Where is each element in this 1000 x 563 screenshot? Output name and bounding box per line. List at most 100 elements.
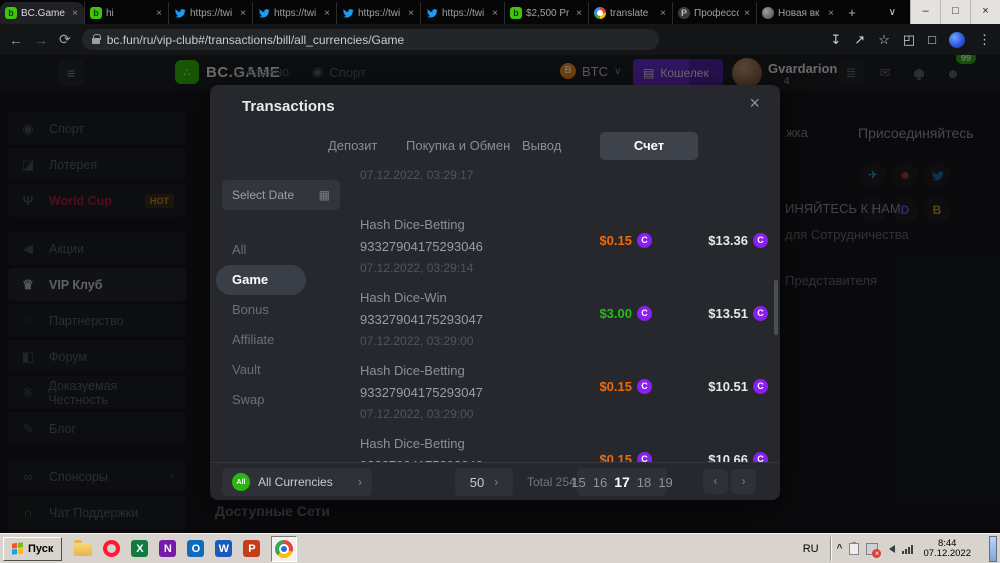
back-icon[interactable]: ← xyxy=(9,32,23,48)
address-bar[interactable]: bc.fun/ru/vip-club#/transactions/bill/al… xyxy=(82,29,659,50)
filter-bonus[interactable]: Bonus xyxy=(210,295,340,325)
list-scrollbar[interactable] xyxy=(774,280,778,335)
clipboard-tray-icon[interactable] xyxy=(849,543,859,555)
tab-bcgame[interactable]: b BC.Game × xyxy=(0,2,84,24)
excel-icon[interactable]: X xyxy=(131,540,148,557)
coin-icon: C xyxy=(753,233,768,248)
share-icon[interactable]: ↗ xyxy=(854,32,865,48)
tab-close-icon[interactable]: × xyxy=(71,8,79,19)
show-desktop-button[interactable] xyxy=(989,536,997,562)
page-19[interactable]: 19 xyxy=(658,475,672,490)
select-date-label: Select Date xyxy=(232,188,294,202)
taskbar: Пуск X N O W P RU ^ xyxy=(0,533,1000,563)
select-date-button[interactable]: Select Date ▦ xyxy=(222,180,340,210)
page-15[interactable]: 15 xyxy=(571,475,585,490)
tab-close-icon[interactable]: × xyxy=(155,8,163,19)
modal-close-icon[interactable]: × xyxy=(749,93,760,114)
tab-profession[interactable]: P Профессо × xyxy=(672,2,756,24)
amount-value: $0.15 xyxy=(599,452,632,462)
currency-filter-button[interactable]: All All Currencies › xyxy=(222,468,372,496)
tab-close-icon[interactable]: × xyxy=(239,8,247,19)
tab-twitter-1[interactable]: https://twi × xyxy=(168,2,252,24)
filter-game[interactable]: Game xyxy=(216,265,306,295)
tab-close-icon[interactable]: × xyxy=(827,8,835,19)
signal-bars-icon[interactable] xyxy=(902,544,913,554)
url-text[interactable]: bc.fun/ru/vip-club#/transactions/bill/al… xyxy=(107,33,404,47)
tabstrip-right: ∨ – □ × xyxy=(889,0,1000,24)
tab-search-chevron-icon[interactable]: ∨ xyxy=(889,7,896,18)
page-17-active[interactable]: 17 xyxy=(614,474,630,490)
powerpoint-icon[interactable]: P xyxy=(243,540,260,557)
tab-withdraw[interactable]: Вывод xyxy=(522,132,561,160)
pagination: 15 16 17 18 19 xyxy=(577,468,667,496)
amount-value: $3.00 xyxy=(599,306,632,321)
tx-id: 93327904175293047 xyxy=(360,385,483,400)
close-window-button[interactable]: × xyxy=(970,0,1000,24)
currency-filter-label: All Currencies xyxy=(258,475,333,489)
chrome-taskbar-button-active[interactable] xyxy=(271,536,297,562)
filter-vault[interactable]: Vault xyxy=(210,355,340,385)
next-page-button[interactable]: › xyxy=(731,469,756,494)
amount-value: $0.15 xyxy=(599,379,632,394)
transactions-modal: Transactions × Депозит Покупка и Обмен В… xyxy=(210,85,780,500)
language-indicator[interactable]: RU xyxy=(799,543,823,555)
prev-page-button[interactable]: ‹ xyxy=(703,469,728,494)
forward-icon[interactable]: → xyxy=(34,32,48,48)
balance-value: $13.36 xyxy=(708,233,748,248)
tx-name: Hash Dice-Betting xyxy=(360,217,465,232)
page-18[interactable]: 18 xyxy=(637,475,651,490)
tab-newtab[interactable]: Новая вк × xyxy=(756,2,840,24)
outlook-icon[interactable]: O xyxy=(187,540,204,557)
coin-icon: C xyxy=(637,452,652,462)
tx-amount: $0.15 C xyxy=(599,379,652,394)
tab-close-icon[interactable]: × xyxy=(575,8,583,19)
tx-datetime: 07.12.2022, 03:29:17 xyxy=(360,168,473,182)
filter-swap[interactable]: Swap xyxy=(210,385,340,415)
tab-buy-exchange[interactable]: Покупка и Обмен xyxy=(406,132,510,160)
onenote-icon[interactable]: N xyxy=(159,540,176,557)
tab-group-icon[interactable]: □ xyxy=(928,32,936,47)
balance-value: $10.66 xyxy=(708,452,748,462)
time: 8:44 xyxy=(923,539,971,549)
tab-deposit[interactable]: Депозит xyxy=(328,132,377,160)
reload-icon[interactable]: ⟳ xyxy=(59,31,71,48)
tab-twitter-2[interactable]: https://twi × xyxy=(252,2,336,24)
restore-button[interactable]: □ xyxy=(940,0,970,24)
bookmark-star-icon[interactable]: ☆ xyxy=(878,32,890,48)
tab-translate[interactable]: translate × xyxy=(588,2,672,24)
menu-dots-icon[interactable]: ⋮ xyxy=(978,32,991,48)
taskbar-right: RU ^ 8:44 07.12.2022 xyxy=(799,536,997,562)
tab-twitter-4[interactable]: https://twi × xyxy=(420,2,504,24)
tx-amount: $3.00 C xyxy=(599,306,652,321)
tab-promo[interactable]: b $2,500 Pr × xyxy=(504,2,588,24)
tab-close-icon[interactable]: × xyxy=(407,8,415,19)
start-button[interactable]: Пуск xyxy=(3,537,62,561)
new-tab-button[interactable]: + xyxy=(840,2,864,24)
tab-bill[interactable]: Счет xyxy=(600,132,698,160)
tab-close-icon[interactable]: × xyxy=(659,8,667,19)
filter-affiliate[interactable]: Affiliate xyxy=(210,325,340,355)
tab-hi[interactable]: b hi × xyxy=(84,2,168,24)
tx-name: Hash Dice-Win xyxy=(360,290,447,305)
profile-globe-icon[interactable] xyxy=(949,32,965,48)
word-icon[interactable]: W xyxy=(215,540,232,557)
balance-value: $10.51 xyxy=(708,379,748,394)
file-explorer-icon[interactable] xyxy=(74,543,92,556)
minimize-button[interactable]: – xyxy=(910,0,940,24)
table-row: Hash Dice-Betting 93327904175293047 07.1… xyxy=(360,353,772,426)
network-error-tray-icon[interactable] xyxy=(866,543,878,555)
extensions-puzzle-icon[interactable]: ◰ xyxy=(903,32,915,48)
download-icon[interactable]: ↧ xyxy=(830,32,841,48)
opera-icon[interactable] xyxy=(103,540,120,557)
tab-twitter-3[interactable]: https://twi × xyxy=(336,2,420,24)
tab-close-icon[interactable]: × xyxy=(491,8,499,19)
page-16[interactable]: 16 xyxy=(593,475,607,490)
tray-expand-icon[interactable]: ^ xyxy=(837,543,843,554)
speaker-icon[interactable] xyxy=(885,545,895,553)
tab-close-icon[interactable]: × xyxy=(743,8,751,19)
screen: b BC.Game × b hi × https://twi × https:/… xyxy=(0,0,1000,563)
clock[interactable]: 8:44 07.12.2022 xyxy=(920,539,974,559)
tab-close-icon[interactable]: × xyxy=(323,8,331,19)
page-size-selector[interactable]: 50 › xyxy=(455,468,513,496)
filter-all[interactable]: All xyxy=(210,235,340,265)
